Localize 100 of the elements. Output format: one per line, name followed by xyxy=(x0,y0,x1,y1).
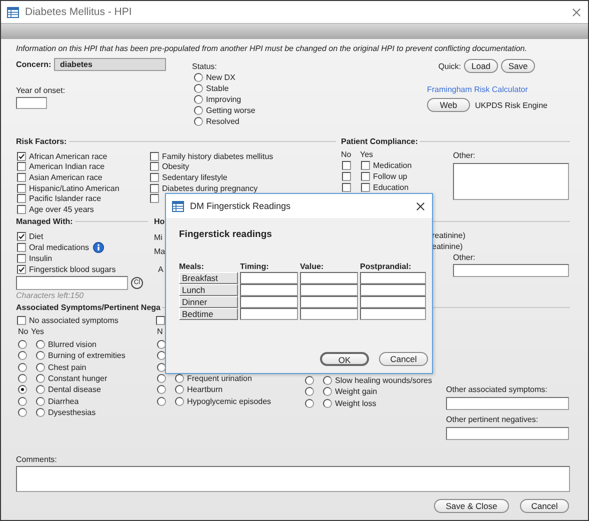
option-label: New DX xyxy=(206,73,236,82)
checkbox[interactable] xyxy=(150,194,159,204)
checkbox[interactable] xyxy=(150,184,159,193)
radio-button[interactable] xyxy=(36,408,45,418)
input-field[interactable] xyxy=(446,426,569,440)
radio-button[interactable] xyxy=(36,396,45,406)
input-field[interactable] xyxy=(300,296,358,308)
checkbox[interactable] xyxy=(17,242,26,252)
radio-button[interactable] xyxy=(305,398,314,408)
input-field[interactable] xyxy=(360,272,426,284)
other-field[interactable] xyxy=(453,264,569,277)
input-field[interactable] xyxy=(300,272,358,284)
input-field[interactable] xyxy=(360,308,426,320)
character-count: Characters left:150 xyxy=(16,290,85,301)
button[interactable]: Web xyxy=(427,98,470,112)
checkbox[interactable] xyxy=(361,183,370,192)
checkbox[interactable] xyxy=(17,204,26,214)
calculator-link[interactable]: Framingham Risk Calculator xyxy=(427,84,549,95)
radio-button[interactable] xyxy=(157,385,166,394)
option-label: Stable xyxy=(206,84,229,93)
input-field[interactable] xyxy=(446,396,569,410)
input-field[interactable] xyxy=(300,308,358,320)
close-icon[interactable] xyxy=(416,202,425,210)
radio-button[interactable] xyxy=(157,396,166,406)
checkbox[interactable] xyxy=(342,161,351,170)
radio-button[interactable] xyxy=(18,385,27,394)
checkbox[interactable] xyxy=(17,172,26,182)
radio-button[interactable] xyxy=(194,84,203,93)
radio-button[interactable] xyxy=(18,374,27,383)
button[interactable]: OK xyxy=(320,352,369,366)
radio-button[interactable] xyxy=(194,106,203,115)
radio-button[interactable] xyxy=(194,117,203,126)
dialog-title: DM Fingerstick Readings xyxy=(190,201,291,211)
input-field[interactable] xyxy=(240,308,298,320)
radio-button[interactable] xyxy=(36,351,45,360)
concern-field[interactable]: diabetes xyxy=(54,58,166,70)
button[interactable]: Load xyxy=(464,59,498,73)
checkbox[interactable] xyxy=(17,194,26,204)
radio-button[interactable] xyxy=(18,340,27,349)
checkbox[interactable] xyxy=(150,172,159,182)
checkbox[interactable] xyxy=(156,316,165,325)
radio-button[interactable] xyxy=(18,396,27,406)
radio-button[interactable] xyxy=(305,376,314,385)
input-field[interactable] xyxy=(240,284,298,296)
checkbox[interactable] xyxy=(17,184,26,193)
radio-button[interactable] xyxy=(18,362,27,372)
checkbox[interactable] xyxy=(150,162,159,172)
comments-field[interactable] xyxy=(16,466,570,492)
info-icon[interactable] xyxy=(93,242,104,253)
button[interactable]: Save & Close xyxy=(434,498,509,513)
radio-button[interactable] xyxy=(175,396,184,406)
checkbox[interactable] xyxy=(17,254,26,263)
checkbox[interactable] xyxy=(342,183,351,192)
radio-button[interactable] xyxy=(194,95,203,104)
button[interactable]: Cancel xyxy=(520,498,569,513)
checkbox[interactable] xyxy=(17,264,26,274)
checkbox[interactable] xyxy=(361,172,370,181)
radio-button[interactable] xyxy=(305,387,314,396)
option-label: Frequent urination xyxy=(187,374,252,383)
radio-button[interactable] xyxy=(36,374,45,383)
radio-button[interactable] xyxy=(18,351,27,360)
other-field[interactable] xyxy=(453,163,569,200)
column-header: Yes xyxy=(31,326,44,336)
checkbox[interactable] xyxy=(17,316,26,325)
row-header: Breakfast xyxy=(179,272,238,284)
checkbox[interactable] xyxy=(361,161,370,170)
radio-button[interactable] xyxy=(323,387,332,396)
option-label: Diarrhea xyxy=(48,396,79,406)
checkbox[interactable] xyxy=(17,232,26,241)
radio-button[interactable] xyxy=(18,408,27,418)
year-field[interactable] xyxy=(16,97,47,109)
input-field[interactable] xyxy=(300,284,358,296)
button[interactable]: Cancel xyxy=(379,352,428,366)
checkbox[interactable] xyxy=(342,172,351,181)
checkbox[interactable] xyxy=(17,162,26,172)
field-label: Year of onset: xyxy=(16,85,66,96)
checkbox[interactable] xyxy=(17,152,26,161)
radio-button[interactable] xyxy=(157,374,166,383)
field-label: Status: xyxy=(192,61,218,72)
radio-button[interactable] xyxy=(175,385,184,394)
button[interactable]: Save xyxy=(501,59,535,73)
option-label: African American race xyxy=(29,152,108,161)
input-field[interactable] xyxy=(360,296,426,308)
option-label: Weight gain xyxy=(335,387,378,396)
section-heading: Associated Symptoms/Pertinent Nega xyxy=(16,302,160,312)
radio-button[interactable] xyxy=(36,385,45,394)
radio-button[interactable] xyxy=(323,398,332,408)
input-field[interactable] xyxy=(360,284,426,296)
input-field[interactable] xyxy=(16,276,128,290)
radio-button[interactable] xyxy=(36,362,45,372)
radio-button[interactable] xyxy=(194,73,203,82)
radio-button[interactable] xyxy=(36,340,45,349)
input-field[interactable] xyxy=(240,272,298,284)
option-label: Diabetes during pregnancy xyxy=(162,184,258,193)
field-label: Other associated symptoms: xyxy=(446,384,548,395)
checkbox[interactable] xyxy=(150,152,159,161)
input-field[interactable] xyxy=(240,296,298,308)
option-label: Asian American race xyxy=(29,172,102,182)
radio-button[interactable] xyxy=(323,376,332,385)
column-header: No xyxy=(341,150,352,159)
